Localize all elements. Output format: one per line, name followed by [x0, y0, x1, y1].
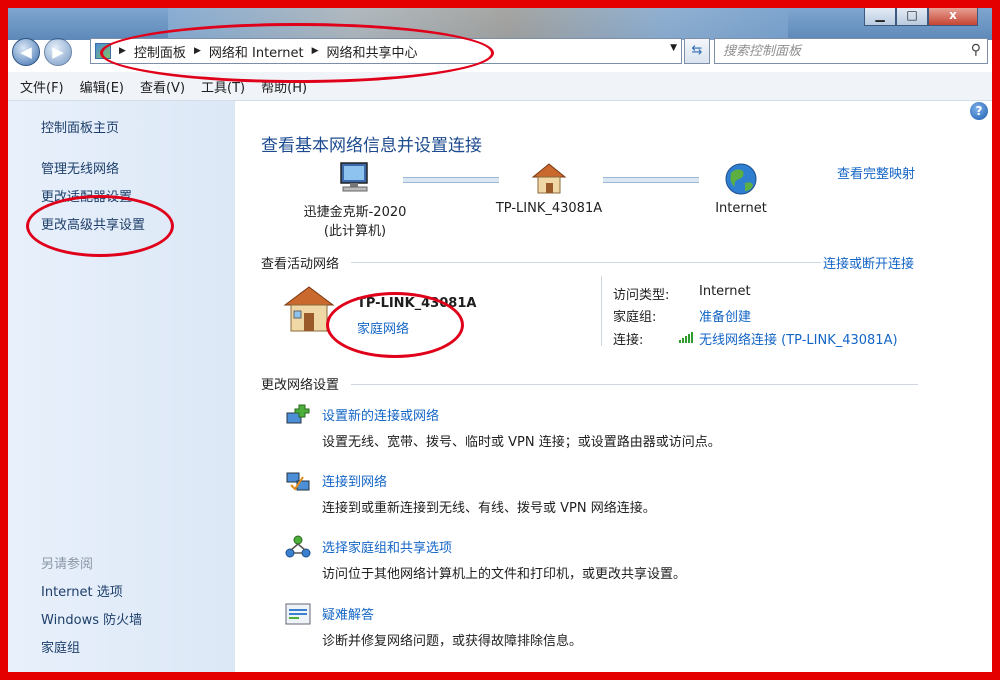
homegroup-sharing-icon: [285, 535, 311, 558]
sidebar-item-adapter-settings[interactable]: 更改适配器设置: [41, 186, 132, 205]
menu-bar: 文件(F) 编辑(E) 查看(V) 工具(T) 帮助(H): [8, 72, 992, 101]
breadcrumb-item-network-sharing-center[interactable]: 网络和共享中心: [327, 42, 418, 61]
address-dropdown-icon[interactable]: ▼: [670, 43, 677, 53]
breadcrumb-separator-icon: ▶: [193, 46, 201, 56]
network-folder-icon: [95, 43, 111, 59]
connection-label: 连接:: [613, 333, 644, 348]
computer-icon: [340, 162, 368, 192]
map-node-computer-label: 迅捷金克斯-2020: [303, 205, 407, 220]
connect-disconnect-link[interactable]: 连接或断开连接: [823, 253, 914, 272]
back-button[interactable]: ◀: [12, 38, 40, 66]
sidebar-item-windows-firewall[interactable]: Windows 防火墙: [41, 609, 142, 628]
menu-tools[interactable]: 工具(T): [201, 77, 245, 96]
home-network-icon: [283, 286, 335, 332]
sidebar-item-control-panel-home[interactable]: 控制面板主页: [41, 117, 119, 136]
connect-network-icon: [286, 472, 310, 491]
homegroup-label: 家庭组:: [613, 310, 657, 325]
sidebar: 控制面板主页 管理无线网络 更改适配器设置 更改高级共享设置 另请参阅 Inte…: [8, 101, 235, 672]
map-node-internet-label: Internet: [715, 201, 767, 216]
title-bar-background: [168, 8, 788, 40]
search-icon[interactable]: ⚲: [971, 42, 981, 58]
change-settings-heading: 更改网络设置: [261, 378, 340, 393]
breadcrumb-separator-icon: ▶: [119, 46, 126, 56]
wireless-connection-link[interactable]: 无线网络连接 (TP-LINK_43081A): [699, 329, 898, 348]
map-node-router[interactable]: TP-LINK_43081A: [489, 161, 609, 216]
divider: [351, 262, 821, 263]
sidebar-item-manage-wireless[interactable]: 管理无线网络: [41, 158, 119, 177]
access-type-label: 访问类型:: [613, 288, 670, 303]
main-content: 查看基本网络信息并设置连接 查看完整映射 迅捷金克斯-2020 (此计算机) T…: [235, 101, 992, 672]
menu-edit[interactable]: 编辑(E): [80, 77, 124, 96]
menu-help[interactable]: 帮助(H): [261, 77, 307, 96]
map-connector: [603, 177, 699, 183]
breadcrumb-item-network-internet[interactable]: 网络和 Internet: [209, 42, 304, 61]
view-full-map-link[interactable]: 查看完整映射: [837, 163, 915, 182]
troubleshoot-link[interactable]: 疑难解答: [322, 604, 374, 623]
divider: [351, 384, 918, 385]
setup-connection-link[interactable]: 设置新的连接或网络: [322, 405, 439, 424]
sidebar-item-advanced-sharing[interactable]: 更改高级共享设置: [41, 214, 145, 233]
home-network-icon: [531, 163, 567, 194]
refresh-button[interactable]: ⇆: [684, 38, 710, 64]
forward-button[interactable]: ▶: [44, 38, 72, 66]
sidebar-item-internet-options[interactable]: Internet 选项: [41, 581, 123, 600]
homegroup-sharing-link[interactable]: 选择家庭组和共享选项: [322, 537, 452, 556]
connect-network-description: 连接到或重新连接到无线、有线、拨号或 VPN 网络连接。: [322, 501, 656, 516]
active-network-name: TP-LINK_43081A: [357, 296, 477, 311]
homegroup-sharing-description: 访问位于其他网络计算机上的文件和打印机，或更改共享设置。: [322, 567, 687, 582]
window: ▁ □ x ◀ ▶ ▶ 控制面板 ▶ 网络和 Internet ▶ 网络和共享中…: [8, 8, 992, 672]
troubleshoot-description: 诊断并修复网络问题，或获得故障排除信息。: [322, 634, 583, 649]
menu-view[interactable]: 查看(V): [140, 77, 185, 96]
map-node-internet[interactable]: Internet: [691, 161, 791, 216]
page-title: 查看基本网络信息并设置连接: [261, 136, 482, 156]
troubleshoot-icon: [285, 603, 311, 625]
map-node-computer-sublabel: (此计算机): [323, 224, 387, 239]
map-node-router-label: TP-LINK_43081A: [495, 201, 603, 216]
see-also-heading: 另请参阅: [41, 557, 94, 572]
setup-connection-description: 设置无线、宽带、拨号、临时或 VPN 连接；或设置路由器或访问点。: [322, 435, 721, 450]
sidebar-item-homegroup[interactable]: 家庭组: [41, 637, 80, 656]
vertical-divider: [601, 276, 602, 346]
search-input[interactable]: [721, 39, 955, 63]
help-icon[interactable]: ?: [970, 102, 988, 120]
title-bar: ▁ □ x: [8, 8, 992, 40]
connect-network-link[interactable]: 连接到网络: [322, 471, 387, 490]
breadcrumb: ▶ 控制面板 ▶ 网络和 Internet ▶ 网络和共享中心: [117, 42, 418, 61]
breadcrumb-separator-icon: ▶: [311, 46, 319, 56]
minimize-button[interactable]: ▁: [864, 8, 896, 26]
map-connector: [403, 177, 499, 183]
close-button[interactable]: x: [928, 8, 978, 26]
access-type-value: Internet: [699, 284, 751, 299]
map-node-computer[interactable]: 迅捷金克斯-2020 (此计算机): [295, 161, 415, 239]
maximize-button[interactable]: □: [896, 8, 928, 26]
window-controls: ▁ □ x: [864, 8, 978, 26]
network-type-link[interactable]: 家庭网络: [357, 318, 409, 337]
network-setup-icon: [286, 404, 310, 424]
menu-file[interactable]: 文件(F): [20, 77, 64, 96]
homegroup-status-link[interactable]: 准备创建: [699, 306, 751, 325]
search-box: ⚲: [714, 38, 988, 64]
address-bar[interactable]: ▶ 控制面板 ▶ 网络和 Internet ▶ 网络和共享中心 ▼: [90, 38, 682, 64]
breadcrumb-item-control-panel[interactable]: 控制面板: [134, 42, 186, 61]
wifi-signal-icon: [679, 332, 693, 343]
globe-icon: [725, 163, 757, 195]
active-networks-heading: 查看活动网络: [261, 257, 340, 272]
